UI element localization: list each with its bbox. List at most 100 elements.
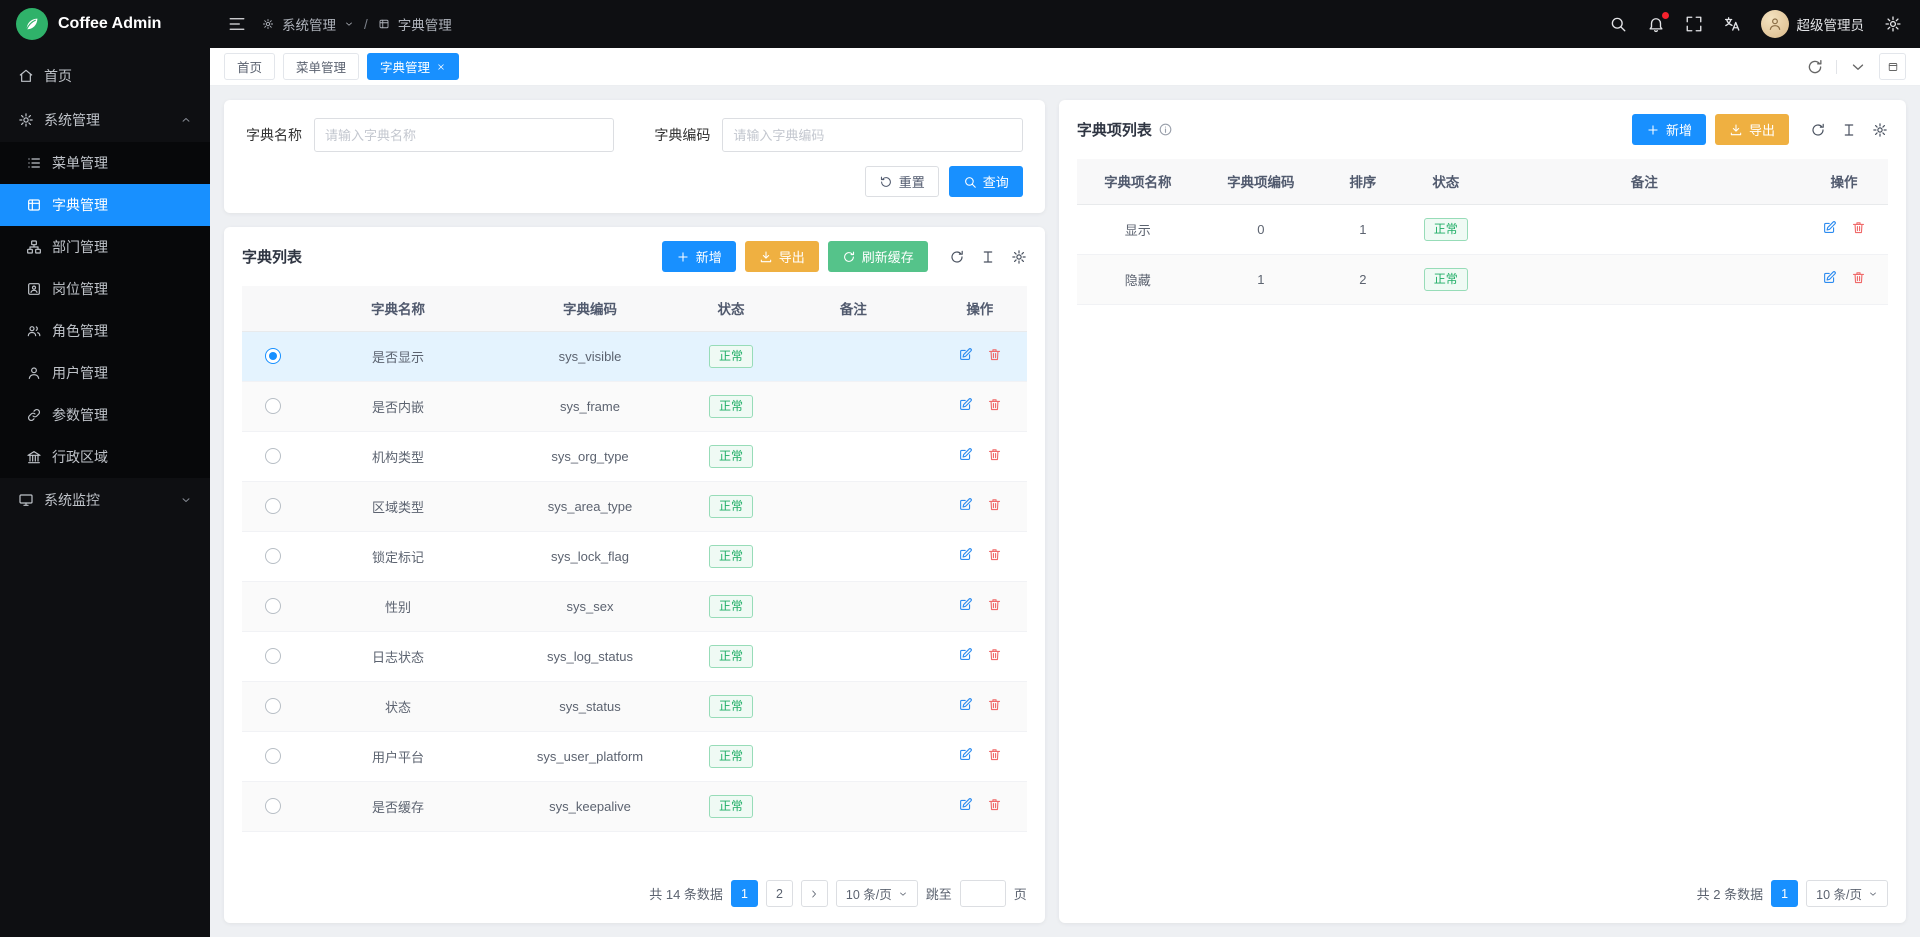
row-radio[interactable] — [265, 798, 281, 814]
edit-icon[interactable] — [958, 697, 973, 712]
delete-icon[interactable] — [987, 447, 1002, 462]
chevron-down-icon — [344, 19, 354, 29]
tab-actions-chevron-icon[interactable] — [1849, 58, 1867, 76]
delete-icon[interactable] — [987, 547, 1002, 562]
delete-icon[interactable] — [987, 397, 1002, 412]
sidebar-item-param-management[interactable]: 参数管理 — [0, 394, 210, 436]
delete-icon[interactable] — [987, 497, 1002, 512]
table-row[interactable]: 锁定标记 sys_lock_flag 正常 — [242, 531, 1027, 581]
sidebar-item-region[interactable]: 行政区域 — [0, 436, 210, 478]
sidebar-item-role-management[interactable]: 角色管理 — [0, 310, 210, 352]
export-dict-button[interactable]: 导出 — [745, 241, 819, 272]
settings-gear-icon[interactable] — [1884, 15, 1902, 33]
column-size-icon[interactable] — [1841, 122, 1857, 138]
edit-icon[interactable] — [958, 497, 973, 512]
table-row[interactable]: 显示 0 1 正常 — [1077, 204, 1888, 254]
refresh-cache-button[interactable]: 刷新缓存 — [828, 241, 928, 272]
tab-dict-management[interactable]: 字典管理 — [367, 53, 459, 80]
row-radio[interactable] — [265, 498, 281, 514]
divider — [1836, 60, 1837, 74]
edit-icon[interactable] — [1822, 270, 1837, 285]
table-row[interactable]: 隐藏 1 2 正常 — [1077, 254, 1888, 304]
jump-page-input[interactable] — [960, 880, 1006, 907]
search-icon[interactable] — [1609, 15, 1627, 33]
row-radio[interactable] — [265, 698, 281, 714]
breadcrumb-item-system[interactable]: 系统管理 — [282, 14, 336, 34]
column-settings-icon[interactable] — [1872, 122, 1888, 138]
user-menu[interactable]: 超级管理员 — [1761, 10, 1865, 38]
edit-icon[interactable] — [958, 647, 973, 662]
dict-name-input[interactable] — [314, 118, 614, 152]
delete-icon[interactable] — [987, 647, 1002, 662]
row-radio[interactable] — [265, 548, 281, 564]
reset-button[interactable]: 重置 — [865, 166, 939, 197]
sidebar-item-menu-management[interactable]: 菜单管理 — [0, 142, 210, 184]
translate-icon[interactable] — [1723, 15, 1741, 33]
page-size-select[interactable]: 10 条/页 — [836, 880, 918, 907]
row-radio[interactable] — [265, 348, 281, 364]
page-1-button[interactable]: 1 — [1771, 880, 1798, 907]
add-dict-button[interactable]: 新增 — [662, 241, 736, 272]
sidebar-item-dept-management[interactable]: 部门管理 — [0, 226, 210, 268]
sidebar-item-user-management[interactable]: 用户管理 — [0, 352, 210, 394]
delete-icon[interactable] — [987, 697, 1002, 712]
sidebar-section-monitor[interactable]: 系统监控 — [0, 478, 210, 522]
edit-icon[interactable] — [958, 447, 973, 462]
menu-fold-icon[interactable] — [228, 15, 246, 33]
delete-icon[interactable] — [987, 597, 1002, 612]
page-size-select[interactable]: 10 条/页 — [1806, 880, 1888, 907]
edit-icon[interactable] — [958, 597, 973, 612]
edit-icon[interactable] — [958, 747, 973, 762]
row-radio[interactable] — [265, 598, 281, 614]
info-icon[interactable] — [1158, 122, 1173, 137]
tab-menu-management[interactable]: 菜单管理 — [283, 53, 359, 80]
refresh-icon — [842, 250, 856, 264]
refresh-icon[interactable] — [1806, 58, 1824, 76]
tab-home[interactable]: 首页 — [224, 53, 275, 80]
table-row[interactable]: 性别 sys_sex 正常 — [242, 581, 1027, 631]
next-page-button[interactable] — [801, 880, 828, 907]
delete-icon[interactable] — [987, 747, 1002, 762]
tab-close-icon[interactable] — [436, 62, 446, 72]
delete-icon[interactable] — [987, 347, 1002, 362]
delete-icon[interactable] — [1851, 220, 1866, 235]
maximize-view-icon[interactable] — [1879, 53, 1906, 80]
column-size-icon[interactable] — [980, 249, 996, 265]
sidebar-item-home[interactable]: 首页 — [0, 54, 210, 98]
fullscreen-icon[interactable] — [1685, 15, 1703, 33]
page-2-button[interactable]: 2 — [766, 880, 793, 907]
table-row[interactable]: 区域类型 sys_area_type 正常 — [242, 481, 1027, 531]
page-1-button[interactable]: 1 — [731, 880, 758, 907]
table-row[interactable]: 日志状态 sys_log_status 正常 — [242, 631, 1027, 681]
edit-icon[interactable] — [958, 347, 973, 362]
table-row[interactable]: 是否显示 sys_visible 正常 — [242, 331, 1027, 381]
content: 字典名称 字典编码 重置 — [210, 86, 1920, 937]
sidebar-item-label: 用户管理 — [52, 363, 108, 383]
search-button[interactable]: 查询 — [949, 166, 1023, 197]
table-row[interactable]: 机构类型 sys_org_type 正常 — [242, 431, 1027, 481]
export-item-button[interactable]: 导出 — [1715, 114, 1789, 145]
refresh-table-icon[interactable] — [949, 249, 965, 265]
table-row[interactable]: 是否缓存 sys_keepalive 正常 — [242, 781, 1027, 831]
row-radio[interactable] — [265, 398, 281, 414]
delete-icon[interactable] — [987, 797, 1002, 812]
sidebar-item-post-management[interactable]: 岗位管理 — [0, 268, 210, 310]
table-row[interactable]: 状态 sys_status 正常 — [242, 681, 1027, 731]
edit-icon[interactable] — [1822, 220, 1837, 235]
row-radio[interactable] — [265, 448, 281, 464]
table-row[interactable]: 用户平台 sys_user_platform 正常 — [242, 731, 1027, 781]
edit-icon[interactable] — [958, 397, 973, 412]
delete-icon[interactable] — [1851, 270, 1866, 285]
refresh-table-icon[interactable] — [1810, 122, 1826, 138]
dict-code-input[interactable] — [722, 118, 1022, 152]
row-radio[interactable] — [265, 648, 281, 664]
add-item-button[interactable]: 新增 — [1632, 114, 1706, 145]
edit-icon[interactable] — [958, 547, 973, 562]
table-row[interactable]: 是否内嵌 sys_frame 正常 — [242, 381, 1027, 431]
bell-icon[interactable] — [1647, 15, 1665, 33]
column-settings-icon[interactable] — [1011, 249, 1027, 265]
sidebar-item-dict-management[interactable]: 字典管理 — [0, 184, 210, 226]
edit-icon[interactable] — [958, 797, 973, 812]
sidebar-section-system[interactable]: 系统管理 — [0, 98, 210, 142]
row-radio[interactable] — [265, 748, 281, 764]
